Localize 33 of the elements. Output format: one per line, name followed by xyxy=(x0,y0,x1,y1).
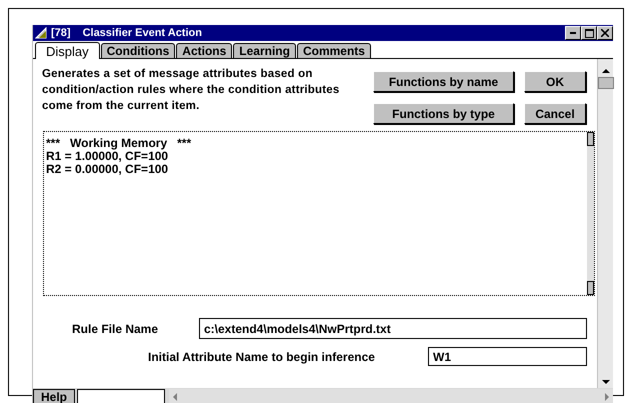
tab[interactable]: Display xyxy=(35,42,100,59)
tab[interactable]: Learning xyxy=(233,43,296,58)
window-id: [78] xyxy=(51,27,71,39)
scroll-thumb[interactable] xyxy=(587,281,594,295)
output-scrollbar[interactable] xyxy=(587,132,594,295)
window-title: Classifier Event Action xyxy=(82,27,203,39)
input-field[interactable]: c:\extend4\models4\NwPrtprd.txt xyxy=(199,318,587,339)
output-line: R1 = 1.00000, CF=100 xyxy=(46,150,170,163)
output-line: R2 = 0.00000, CF=100 xyxy=(46,163,170,176)
scroll-thumb[interactable] xyxy=(587,132,594,146)
dialog-button[interactable]: OK xyxy=(524,71,586,92)
minimize-icon xyxy=(570,32,576,34)
scroll-thumb[interactable] xyxy=(598,77,614,89)
output-line: *** Working Memory *** xyxy=(46,137,192,150)
field-label: Initial Attribute Name to begin inference xyxy=(148,350,376,364)
dialog-button[interactable]: Cancel xyxy=(524,103,586,124)
minimize-button[interactable] xyxy=(565,26,581,40)
tab[interactable]: Comments xyxy=(296,43,371,58)
tab[interactable]: Actions xyxy=(176,43,232,58)
maximize-icon xyxy=(584,28,594,38)
close-button[interactable] xyxy=(597,26,613,40)
dialog-button[interactable]: Functions by type xyxy=(373,103,514,124)
maximize-button[interactable] xyxy=(581,26,597,40)
field-label: Rule File Name xyxy=(72,322,160,336)
description-text: Generates a set of message attributes based on condition/action rules where the condition attributes come from the current item. xyxy=(42,67,340,114)
dialog-button[interactable]: Functions by name xyxy=(373,71,514,92)
horizontal-scrollbar[interactable] xyxy=(169,389,613,403)
app-icon xyxy=(35,27,47,39)
vertical-scrollbar[interactable] xyxy=(597,59,613,388)
close-icon xyxy=(601,29,609,37)
tab[interactable]: Conditions xyxy=(100,43,176,58)
input-field[interactable]: W1 xyxy=(428,347,587,366)
help-field[interactable] xyxy=(77,389,165,403)
